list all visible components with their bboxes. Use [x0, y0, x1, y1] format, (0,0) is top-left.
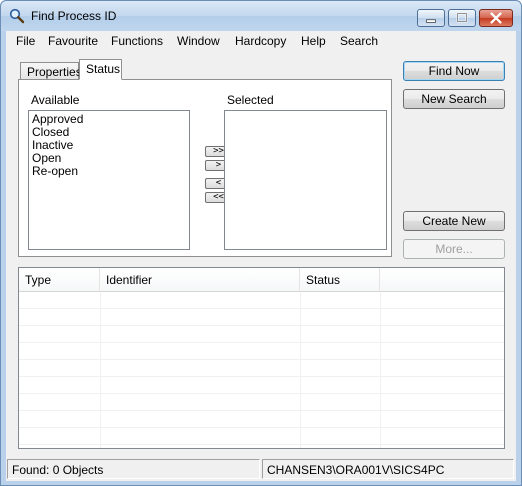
client-area: File Favourite Functions Window Hardcopy…: [6, 31, 516, 481]
menu-functions[interactable]: Functions: [111, 34, 163, 48]
table-row: [19, 292, 504, 309]
available-label: Available: [31, 93, 80, 107]
status-found-count: Found: 0 Objects: [7, 459, 260, 479]
available-listbox[interactable]: Approved Closed Inactive Open Re-open: [28, 110, 190, 250]
magnifier-icon: [9, 8, 25, 24]
title-bar[interactable]: Find Process ID: [1, 1, 521, 31]
column-header-type[interactable]: Type: [19, 268, 100, 292]
minimize-button[interactable]: [417, 9, 445, 27]
menu-favourite[interactable]: Favourite: [48, 34, 98, 48]
menu-search[interactable]: Search: [340, 34, 378, 48]
status-path: CHANSEN3\ORA001V\SICS4PC: [262, 459, 514, 479]
table-row: [19, 377, 504, 394]
selected-label: Selected: [227, 93, 274, 107]
window-title: Find Process ID: [31, 9, 117, 23]
table-row: [19, 326, 504, 343]
menu-bar: File Favourite Functions Window Hardcopy…: [6, 31, 516, 51]
menu-help[interactable]: Help: [301, 34, 326, 48]
close-button[interactable]: [479, 9, 513, 27]
table-row: [19, 309, 504, 326]
menu-file[interactable]: File: [16, 34, 35, 48]
maximize-button[interactable]: [448, 9, 476, 27]
new-search-button[interactable]: New Search: [403, 89, 505, 109]
table-row: [19, 343, 504, 360]
create-new-button[interactable]: Create New: [403, 211, 505, 231]
menu-window[interactable]: Window: [177, 34, 220, 48]
find-process-window: Find Process ID File Favourite Functions…: [0, 0, 522, 486]
status-tab-panel: Available Selected Approved Closed Inact…: [18, 79, 392, 257]
table-row: [19, 428, 504, 445]
column-header-status[interactable]: Status: [300, 268, 380, 292]
results-grid[interactable]: Type Identifier Status: [18, 267, 505, 449]
selected-listbox[interactable]: [224, 110, 387, 250]
menu-hardcopy[interactable]: Hardcopy: [235, 34, 286, 48]
list-item[interactable]: Re-open: [29, 165, 189, 178]
table-row: [19, 411, 504, 428]
find-now-button[interactable]: Find Now: [403, 61, 505, 81]
more-button: More...: [403, 239, 505, 259]
tab-status[interactable]: Status: [79, 59, 122, 80]
status-bar: Found: 0 Objects CHANSEN3\ORA001V\SICS4P…: [6, 457, 516, 479]
column-header-identifier[interactable]: Identifier: [100, 268, 300, 292]
table-row: [19, 394, 504, 411]
table-row: [19, 360, 504, 377]
column-header-filler: [380, 268, 504, 292]
